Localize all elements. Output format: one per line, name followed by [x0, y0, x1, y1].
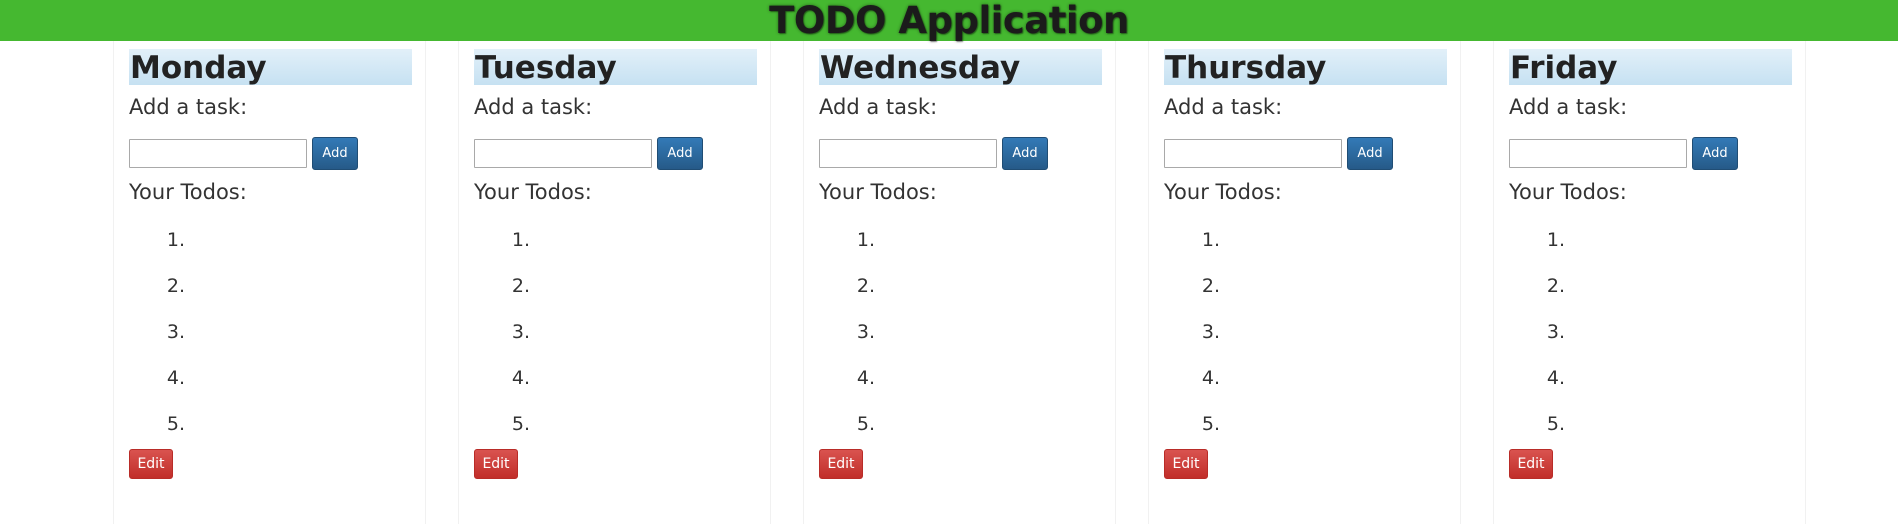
todo-item: 5.: [1509, 401, 1792, 447]
todo-number: 1.: [856, 229, 875, 251]
todo-number: 5.: [1546, 413, 1565, 435]
todo-number: 4.: [856, 367, 875, 389]
todo-item: 4.: [129, 355, 412, 401]
todo-item: 4.: [819, 355, 1102, 401]
edit-button[interactable]: Edit: [1164, 449, 1208, 479]
todo-number: 4.: [511, 367, 530, 389]
add-task-row: Add: [819, 137, 1102, 170]
todo-list: 1. 2. 3. 4. 5.: [474, 217, 757, 447]
add-button[interactable]: Add: [657, 137, 703, 170]
add-task-row: Add: [129, 137, 412, 170]
todo-item: 4.: [1509, 355, 1792, 401]
day-title: Tuesday: [474, 49, 757, 85]
todo-number: 3.: [1546, 321, 1565, 343]
add-task-row: Add: [1164, 137, 1447, 170]
todo-list: 1. 2. 3. 4. 5.: [129, 217, 412, 447]
edit-button[interactable]: Edit: [129, 449, 173, 479]
day-column-monday: Monday Add a task: Add Your Todos: 1. 2.…: [113, 41, 426, 524]
todo-item: 3.: [474, 309, 757, 355]
todo-item: 1.: [129, 217, 412, 263]
day-column-tuesday: Tuesday Add a task: Add Your Todos: 1. 2…: [458, 41, 771, 524]
todo-item: 5.: [819, 401, 1102, 447]
add-task-label: Add a task:: [474, 95, 593, 119]
todo-number: 4.: [1201, 367, 1220, 389]
add-task-label: Add a task:: [1164, 95, 1283, 119]
todo-number: 3.: [856, 321, 875, 343]
add-button[interactable]: Add: [1002, 137, 1048, 170]
task-input[interactable]: [129, 139, 307, 168]
todo-number: 2.: [166, 275, 185, 297]
add-button[interactable]: Add: [1692, 137, 1738, 170]
todo-number: 1.: [166, 229, 185, 251]
add-button[interactable]: Add: [1347, 137, 1393, 170]
add-task-label: Add a task:: [129, 95, 248, 119]
todo-number: 1.: [511, 229, 530, 251]
todo-number: 5.: [856, 413, 875, 435]
todo-list: 1. 2. 3. 4. 5.: [819, 217, 1102, 447]
todo-item: 2.: [129, 263, 412, 309]
todo-item: 3.: [1164, 309, 1447, 355]
todo-item: 4.: [1164, 355, 1447, 401]
edit-button[interactable]: Edit: [819, 449, 863, 479]
todo-number: 1.: [1546, 229, 1565, 251]
todo-item: 2.: [1164, 263, 1447, 309]
todo-item: 3.: [129, 309, 412, 355]
todo-number: 4.: [1546, 367, 1565, 389]
todo-item: 5.: [129, 401, 412, 447]
todo-number: 3.: [511, 321, 530, 343]
todo-item: 1.: [819, 217, 1102, 263]
day-column-friday: Friday Add a task: Add Your Todos: 1. 2.…: [1493, 41, 1806, 524]
task-input[interactable]: [819, 139, 997, 168]
todo-number: 3.: [166, 321, 185, 343]
todo-item: 1.: [1164, 217, 1447, 263]
todo-item: 1.: [1509, 217, 1792, 263]
add-task-row: Add: [1509, 137, 1792, 170]
days-container: Monday Add a task: Add Your Todos: 1. 2.…: [0, 41, 1898, 524]
edit-button[interactable]: Edit: [1509, 449, 1553, 479]
task-input[interactable]: [474, 139, 652, 168]
todo-number: 4.: [166, 367, 185, 389]
task-input[interactable]: [1164, 139, 1342, 168]
your-todos-label: Your Todos:: [129, 180, 247, 204]
your-todos-label: Your Todos:: [1164, 180, 1282, 204]
todo-number: 5.: [511, 413, 530, 435]
todo-item: 3.: [1509, 309, 1792, 355]
todo-number: 2.: [1546, 275, 1565, 297]
task-input[interactable]: [1509, 139, 1687, 168]
todo-list: 1. 2. 3. 4. 5.: [1509, 217, 1792, 447]
add-button[interactable]: Add: [312, 137, 358, 170]
todo-item: 1.: [474, 217, 757, 263]
add-task-label: Add a task:: [819, 95, 938, 119]
day-title: Wednesday: [819, 49, 1102, 85]
todo-number: 2.: [1201, 275, 1220, 297]
todo-list: 1. 2. 3. 4. 5.: [1164, 217, 1447, 447]
day-column-wednesday: Wednesday Add a task: Add Your Todos: 1.…: [803, 41, 1116, 524]
todo-number: 3.: [1201, 321, 1220, 343]
add-task-label: Add a task:: [1509, 95, 1628, 119]
todo-number: 2.: [511, 275, 530, 297]
todo-item: 3.: [819, 309, 1102, 355]
todo-number: 5.: [1201, 413, 1220, 435]
edit-button[interactable]: Edit: [474, 449, 518, 479]
todo-item: 5.: [1164, 401, 1447, 447]
your-todos-label: Your Todos:: [819, 180, 937, 204]
app-header: TODO Application: [0, 0, 1898, 41]
day-title: Friday: [1509, 49, 1792, 85]
todo-number: 1.: [1201, 229, 1220, 251]
todo-item: 2.: [819, 263, 1102, 309]
todo-number: 2.: [856, 275, 875, 297]
todo-number: 5.: [166, 413, 185, 435]
todo-item: 5.: [474, 401, 757, 447]
your-todos-label: Your Todos:: [474, 180, 592, 204]
todo-item: 2.: [1509, 263, 1792, 309]
todo-item: 4.: [474, 355, 757, 401]
day-column-thursday: Thursday Add a task: Add Your Todos: 1. …: [1148, 41, 1461, 524]
todo-item: 2.: [474, 263, 757, 309]
app-title: TODO Application: [769, 0, 1129, 42]
day-title: Monday: [129, 49, 412, 85]
day-title: Thursday: [1164, 49, 1447, 85]
your-todos-label: Your Todos:: [1509, 180, 1627, 204]
add-task-row: Add: [474, 137, 757, 170]
